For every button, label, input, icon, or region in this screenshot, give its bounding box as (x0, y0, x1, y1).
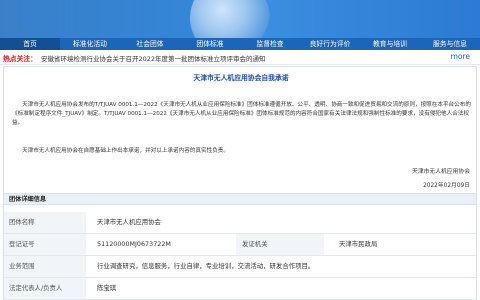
hot-topics-label: 热点关注： (3, 54, 37, 63)
row-value: 行业调查研究，信息服务，行业自律，专业培训，交流活动，研发合作项目。 (97, 262, 315, 270)
row-label: 团体名称 (4, 212, 86, 233)
nav-supervision[interactable]: 监督检查 (240, 38, 300, 50)
main-nav: 首页 标准化活动 社会团体 团体标准 监督检查 良好行为评价 教育与培训 服务与… (0, 38, 480, 50)
nav-group-standards[interactable]: 团体标准 (180, 38, 240, 50)
globe-graphic (190, 0, 270, 38)
nav-good-behavior[interactable]: 良好行为评价 (300, 38, 360, 50)
row-value: 陈宝琪 (97, 284, 117, 292)
table-row: 登记证号 51120000MJ0673722M 发证机关 天津市民政局 (4, 234, 476, 256)
details-table: 团体名称 天津市无人机应用协会 登记证号 51120000MJ0673722M … (4, 212, 476, 300)
row-label-secondary: 发证机关 (236, 234, 324, 255)
nav-social-groups[interactable]: 社会团体 (120, 38, 180, 50)
row-label: 登记证号 (4, 234, 86, 255)
more-link[interactable]: more (451, 52, 470, 61)
row-value: 天津市无人机应用协会 (97, 218, 161, 226)
details-section-header: 团体详细信息 (4, 193, 476, 205)
signer-org: 天津市无人机应用协会 (412, 169, 470, 175)
hot-topics-bar: 热点关注： 安徽省环境检测行业协会关于召开2022年度第一批团体标准立项评审会的… (0, 51, 480, 65)
commitment-paragraph-1: 天津市无人机应用协会发布的T/TJUAV 0001.1—2022《天津市无人机从… (12, 102, 471, 126)
page-title: 天津市无人机应用协会自我承诺 (193, 74, 289, 82)
site-banner (0, 0, 480, 38)
table-row: 业务范围 行业调查研究，信息服务，行业自律，专业培训，交流活动，研发合作项目。 (4, 256, 476, 278)
banner-glow (0, 0, 200, 38)
row-label: 法定代表人/负责人 (4, 278, 86, 299)
table-row: 团体名称 天津市无人机应用协会 (4, 212, 476, 234)
nav-standardization[interactable]: 标准化活动 (60, 38, 120, 50)
table-row: 法定代表人/负责人 陈宝琪 (4, 278, 476, 300)
nav-home[interactable]: 首页 (0, 38, 60, 50)
row-label: 业务范围 (4, 256, 86, 277)
nav-services[interactable]: 服务与信息 (420, 38, 480, 50)
sign-date: 2022年02月09日 (423, 183, 470, 189)
commitment-paragraph-2: 天津市无人机应用协会在自愿基础上作出本承诺，并对以上承诺内容的真实性负责。 (22, 148, 229, 154)
row-value-secondary: 天津市民政局 (339, 240, 378, 248)
content-panel: 天津市无人机应用协会自我承诺 天津市无人机应用协会发布的T/TJUAV 0001… (3, 66, 477, 300)
hot-topic-link[interactable]: 安徽省环境检测行业协会关于召开2022年度第一批团体标准立项评审会的通知 (41, 53, 266, 63)
row-value: 51120000MJ0673722M (97, 240, 171, 248)
nav-education[interactable]: 教育与培训 (360, 38, 420, 50)
